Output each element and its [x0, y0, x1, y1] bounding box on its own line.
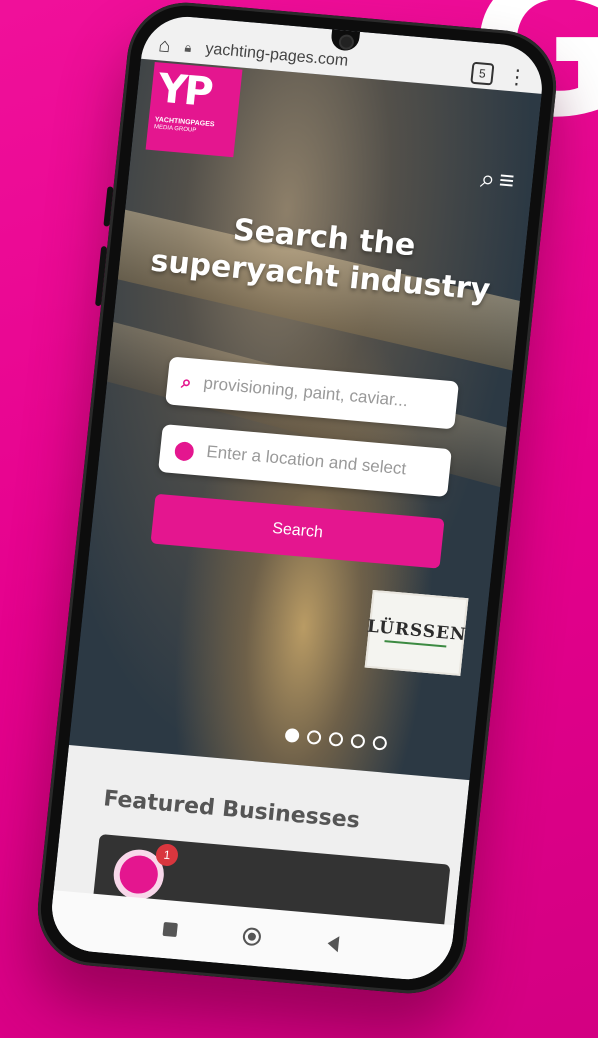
- carousel-dot[interactable]: [350, 733, 366, 749]
- carousel-dot[interactable]: [284, 727, 300, 744]
- tabs-icon[interactable]: 5: [470, 61, 495, 86]
- nav-recents-icon[interactable]: [162, 921, 179, 938]
- nav-back-icon[interactable]: [326, 935, 340, 953]
- search-icon[interactable]: ⌕: [479, 163, 497, 196]
- search-icon: ⌕: [180, 371, 193, 392]
- more-icon[interactable]: ⋮: [506, 63, 529, 90]
- location-search-input[interactable]: [205, 441, 437, 482]
- keyword-search-input[interactable]: [202, 373, 444, 415]
- header-actions: ⌕ ≡: [479, 163, 516, 198]
- logo-mark: YP: [155, 65, 213, 116]
- hero-background: [68, 58, 542, 781]
- advert-banner[interactable]: LÜRSSEN: [364, 589, 469, 676]
- home-icon[interactable]: ⌂: [157, 34, 171, 58]
- volume-up-button: [103, 186, 114, 227]
- advert-brand: LÜRSSEN: [366, 616, 468, 646]
- carousel-dot[interactable]: [306, 729, 322, 745]
- featured-title: Featured Businesses: [102, 786, 361, 834]
- yachting-pages-logo[interactable]: YP YACHTINGPAGES MEDIA GROUP: [145, 62, 243, 158]
- nav-home-icon[interactable]: [242, 926, 263, 947]
- lock-icon: 🔒︎: [183, 39, 193, 56]
- phone-screen: ⌂ 🔒︎ yachting-pages.com 5 ⋮ YP YACHTINGP…: [47, 13, 547, 983]
- map-pin-icon: ⬤: [173, 438, 196, 461]
- carousel-dot[interactable]: [328, 731, 344, 747]
- volume-down-button: [94, 246, 108, 307]
- carousel-dot[interactable]: [372, 735, 388, 751]
- phone-mockup: ⌂ 🔒︎ yachting-pages.com 5 ⋮ YP YACHTINGP…: [32, 0, 562, 999]
